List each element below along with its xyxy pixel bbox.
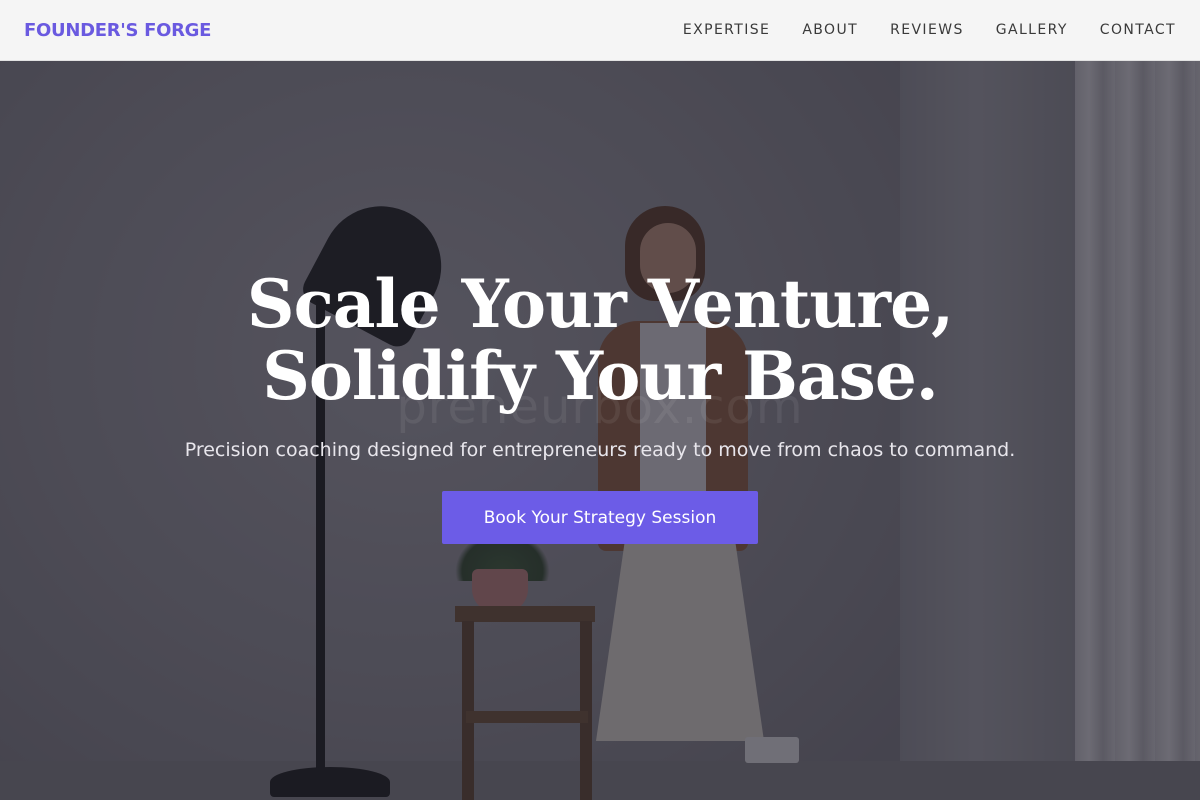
hero-content: Scale Your Venture, Solidify Your Base. … bbox=[0, 61, 1200, 800]
hero-title-line-2: Solidify Your Base. bbox=[262, 337, 939, 415]
logo-link[interactable]: FOUNDER'S FORGE bbox=[24, 20, 211, 41]
nav-link-contact[interactable]: CONTACT bbox=[1100, 22, 1176, 38]
nav-link-expertise[interactable]: EXPERTISE bbox=[683, 22, 770, 38]
site-header: FOUNDER'S FORGE EXPERTISE ABOUT REVIEWS … bbox=[0, 0, 1200, 61]
book-strategy-session-button[interactable]: Book Your Strategy Session bbox=[442, 491, 758, 544]
hero-title: Scale Your Venture, Solidify Your Base. bbox=[0, 268, 1200, 412]
main-nav: EXPERTISE ABOUT REVIEWS GALLERY CONTACT bbox=[651, 22, 1176, 38]
hero-section: preneurbox.com Scale Your Venture, Solid… bbox=[0, 61, 1200, 800]
nav-link-about[interactable]: ABOUT bbox=[802, 22, 858, 38]
nav-link-reviews[interactable]: REVIEWS bbox=[890, 22, 964, 38]
hero-title-line-1: Scale Your Venture, bbox=[246, 265, 954, 343]
hero-subtitle: Precision coaching designed for entrepre… bbox=[184, 439, 1016, 461]
nav-link-gallery[interactable]: GALLERY bbox=[996, 22, 1068, 38]
